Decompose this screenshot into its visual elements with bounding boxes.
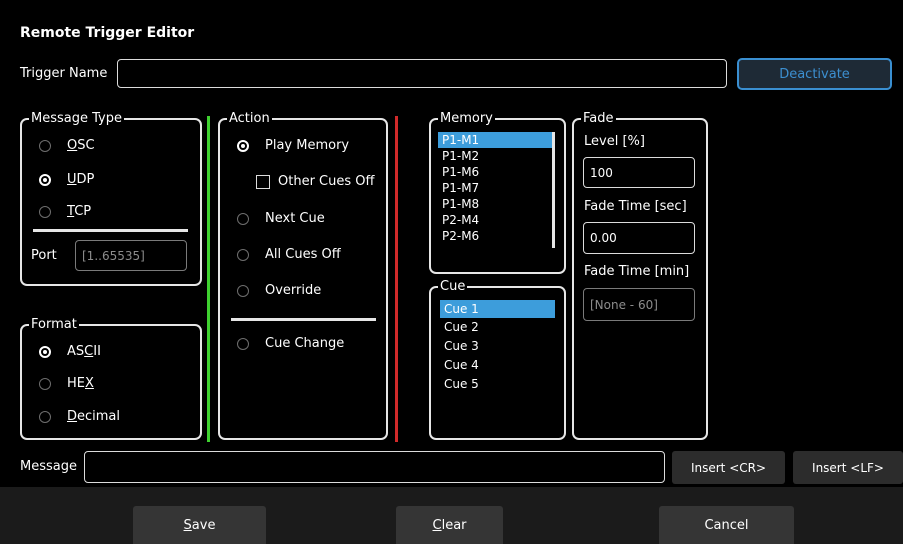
action-group: Action <box>218 111 388 440</box>
radio-osc-label: OSC <box>67 138 95 153</box>
message-input[interactable] <box>84 451 665 483</box>
radio-hex[interactable]: HEX <box>39 376 94 391</box>
radio-play-memory[interactable]: Play Memory <box>237 138 349 153</box>
memory-legend: Memory <box>438 111 495 127</box>
port-input[interactable]: [1..65535] <box>75 240 187 271</box>
radio-next-cue[interactable]: Next Cue <box>237 211 325 226</box>
action-legend: Action <box>227 111 272 127</box>
fade-time-sec-label: Fade Time [sec] <box>584 199 687 214</box>
cue-item[interactable]: Cue 4 <box>440 356 555 375</box>
clear-button[interactable]: Clear <box>396 506 503 544</box>
radio-udp[interactable]: UDP <box>39 172 94 187</box>
cue-item[interactable]: Cue 2 <box>440 318 555 337</box>
trigger-name-label: Trigger Name <box>20 66 108 81</box>
cue-item[interactable]: Cue 5 <box>440 375 555 394</box>
port-label: Port <box>31 248 57 263</box>
format-legend: Format <box>29 317 79 333</box>
radio-tcp-label: TCP <box>67 204 92 219</box>
green-divider <box>207 116 210 442</box>
cancel-button[interactable]: Cancel <box>659 506 794 544</box>
memory-item[interactable]: P1-M7 <box>438 180 552 196</box>
clear-label: Clear <box>432 517 467 533</box>
radio-play-memory-label: Play Memory <box>265 138 350 153</box>
radio-ascii-indicator <box>39 345 51 358</box>
radio-decimal-label: Decimal <box>67 409 121 424</box>
fade-legend: Fade <box>581 111 616 127</box>
insert-cr-button[interactable]: Insert <CR> <box>672 451 785 484</box>
radio-decimal[interactable]: Decimal <box>39 409 120 424</box>
memory-scrollbar[interactable] <box>552 132 555 248</box>
radio-all-cues-off-label: All Cues Off <box>265 247 341 262</box>
fade-time-min-label: Fade Time [min] <box>584 264 690 279</box>
radio-tcp[interactable]: TCP <box>39 204 91 219</box>
radio-osc[interactable]: OSC <box>39 138 95 153</box>
radio-override[interactable]: Override <box>237 283 321 298</box>
fade-level-input[interactable]: 100 <box>583 157 695 188</box>
radio-all-cues-off-indicator <box>237 248 249 261</box>
radio-tcp-indicator <box>39 205 51 218</box>
radio-all-cues-off[interactable]: All Cues Off <box>237 247 341 262</box>
radio-cue-change[interactable]: Cue Change <box>237 336 344 351</box>
fade-time-sec-input[interactable]: 0.00 <box>583 222 695 254</box>
radio-udp-label: UDP <box>67 172 95 187</box>
red-divider <box>395 116 398 442</box>
dialog-title: Remote Trigger Editor <box>20 25 195 41</box>
radio-play-memory-indicator <box>237 139 249 152</box>
save-button[interactable]: Save <box>133 506 266 544</box>
memory-item[interactable]: P2-M4 <box>438 212 552 228</box>
fade-level-label: Level [%] <box>584 134 645 149</box>
radio-osc-indicator <box>39 139 51 152</box>
action-divider <box>231 318 376 321</box>
remote-trigger-editor-dialog: Remote Trigger Editor Trigger Name Deact… <box>0 0 903 544</box>
cue-legend: Cue <box>438 279 468 295</box>
other-cues-off-box <box>256 174 270 189</box>
radio-decimal-indicator <box>39 410 51 423</box>
radio-ascii-label: ASCII <box>67 344 101 359</box>
memory-item[interactable]: P1-M8 <box>438 196 552 212</box>
radio-next-cue-label: Next Cue <box>265 211 325 226</box>
insert-lf-button[interactable]: Insert <LF> <box>793 451 903 484</box>
cue-item[interactable]: Cue 1 <box>440 300 555 318</box>
memory-item[interactable]: P2-M6 <box>438 228 552 244</box>
message-type-legend: Message Type <box>29 111 124 127</box>
memory-item[interactable]: P1-M6 <box>438 164 552 180</box>
other-cues-off-checkbox[interactable]: Other Cues Off <box>256 174 374 189</box>
radio-udp-indicator <box>39 173 51 186</box>
fade-time-min-input[interactable]: [None - 60] <box>583 288 695 321</box>
radio-hex-label: HEX <box>67 376 94 391</box>
radio-ascii[interactable]: ASCII <box>39 344 101 359</box>
memory-list[interactable]: P1-M1 P1-M2 P1-M6 P1-M7 P1-M8 P2-M4 P2-M… <box>438 132 552 261</box>
radio-override-indicator <box>237 284 249 297</box>
deactivate-button[interactable]: Deactivate <box>737 58 892 90</box>
save-label: Save <box>183 517 216 533</box>
message-label: Message <box>20 459 77 474</box>
message-type-divider <box>33 229 188 232</box>
memory-item[interactable]: P1-M1 <box>438 132 552 148</box>
radio-hex-indicator <box>39 377 51 390</box>
radio-override-label: Override <box>265 283 322 298</box>
radio-next-cue-indicator <box>237 212 249 225</box>
cue-list[interactable]: Cue 1 Cue 2 Cue 3 Cue 4 Cue 5 <box>440 300 555 400</box>
cue-item[interactable]: Cue 3 <box>440 337 555 356</box>
other-cues-off-label: Other Cues Off <box>278 174 375 189</box>
trigger-name-input[interactable] <box>117 59 727 88</box>
radio-cue-change-indicator <box>237 337 249 350</box>
radio-cue-change-label: Cue Change <box>265 336 345 351</box>
memory-item[interactable]: P1-M2 <box>438 148 552 164</box>
